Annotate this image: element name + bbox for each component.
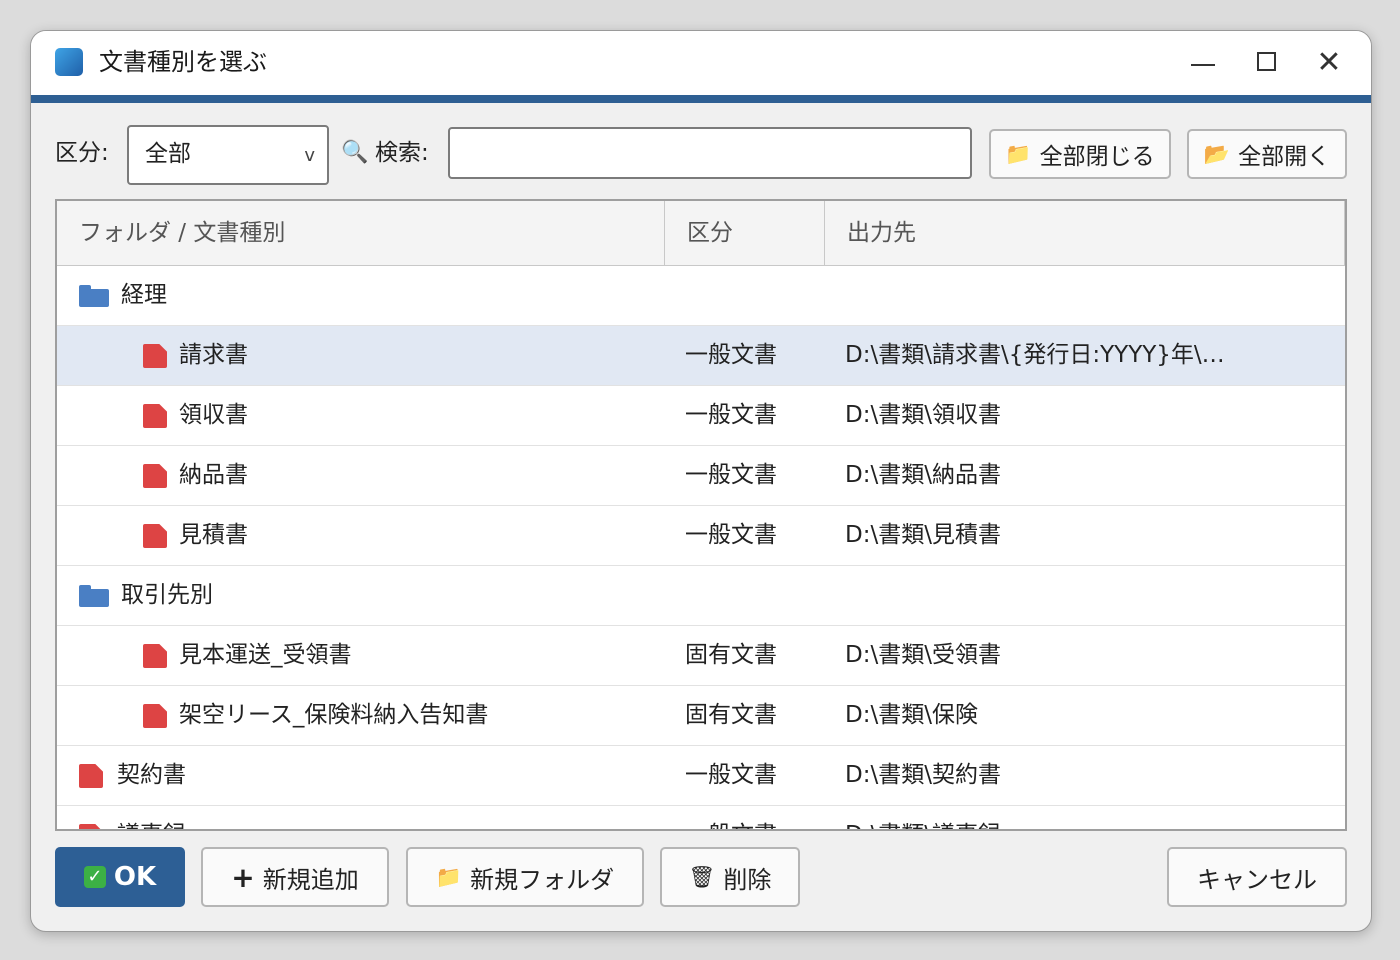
document-icon <box>143 524 167 548</box>
maximize-button[interactable] <box>1247 43 1287 83</box>
expand-all-label: 全部開く <box>1238 144 1331 170</box>
category-select[interactable]: 全部 v <box>127 125 329 185</box>
row-destination: D:\書類\議事録 <box>845 806 1325 829</box>
folder-row[interactable]: 経理 <box>57 266 1345 326</box>
cancel-label: キャンセル <box>1197 865 1317 894</box>
cancel-button[interactable]: キャンセル <box>1167 847 1347 907</box>
row-destination: D:\書類\保険 <box>845 702 978 728</box>
collapse-all-label: 全部閉じる <box>1039 144 1155 170</box>
new-folder-button[interactable]: 📁 新規フォルダ <box>406 847 644 907</box>
search-icon: 🔍 <box>341 140 369 165</box>
check-icon: ✓ <box>83 866 106 888</box>
row-kind: 一般文書 <box>685 522 777 548</box>
row-name: 請求書 <box>179 342 248 368</box>
row-kind: 一般文書 <box>685 402 777 428</box>
row-name: 見本運送_受領書 <box>179 642 352 668</box>
row-name: 経理 <box>121 282 167 308</box>
row-kind: 固有文書 <box>685 642 777 668</box>
folder-icon <box>79 585 109 607</box>
delete-label: 削除 <box>723 865 772 894</box>
document-type-table: フォルダ / 文書種別 区分 出力先 経理 請求書 一般文書 D:\書類\請求書\{発… <box>55 199 1347 831</box>
search-label: 検索: <box>375 140 429 166</box>
ok-button[interactable]: ✓ OK <box>55 847 185 907</box>
row-name: 納品書 <box>179 462 248 488</box>
row-destination: D:\書類\受領書 <box>845 642 1001 668</box>
document-icon <box>143 704 167 728</box>
accent-bar <box>31 95 1371 103</box>
row-name: 議事録 <box>117 806 186 829</box>
search-input[interactable] <box>448 127 972 179</box>
row-destination: D:\書類\契約書 <box>845 762 1001 788</box>
collapse-all-button[interactable]: 📁 全部閉じる <box>989 129 1171 179</box>
document-icon <box>143 344 167 368</box>
row-destination <box>845 566 1325 625</box>
dialog-window: 文書種別を選ぶ ✕ 区分: 全部 v 🔍 検索: 📁 全部閉じる 📂 全部開く … <box>30 30 1372 932</box>
document-icon <box>143 404 167 428</box>
delete-button[interactable]: 🗑 削除 <box>660 847 800 907</box>
table-body: 経理 請求書 一般文書 D:\書類\請求書\{発行日:YYYY}年\… 領収書 一般文書 D… <box>57 266 1345 829</box>
table-row[interactable]: 議事録 一般文書 D:\書類\議事録 <box>57 806 1345 829</box>
table-row[interactable]: 納品書 一般文書 D:\書類\納品書 <box>57 446 1345 506</box>
row-destination: D:\書類\見積書 <box>845 522 1001 548</box>
minimize-button[interactable] <box>1183 43 1223 83</box>
table-row[interactable]: 架空リース_保険料納入告知書 固有文書 D:\書類\保険 <box>57 686 1345 746</box>
table-row[interactable]: 見本運送_受領書 固有文書 D:\書類\受領書 <box>57 626 1345 686</box>
window-title: 文書種別を選ぶ <box>99 48 267 76</box>
folder-row[interactable]: 取引先別 <box>57 566 1345 626</box>
table-row[interactable]: 領収書 一般文書 D:\書類\領収書 <box>57 386 1345 446</box>
table-row[interactable]: 契約書 一般文書 D:\書類\契約書 <box>57 746 1345 806</box>
title-bar: 文書種別を選ぶ ✕ <box>31 31 1371 95</box>
row-kind: 一般文書 <box>685 806 777 829</box>
category-select-value: 全部 <box>145 141 191 167</box>
folder-closed-icon: 📁 <box>1005 141 1032 166</box>
close-button[interactable]: ✕ <box>1309 43 1349 83</box>
document-icon <box>143 464 167 488</box>
document-icon <box>143 644 167 668</box>
folder-icon: 📁 <box>435 864 463 889</box>
chevron-down-icon: v <box>304 145 315 166</box>
new-folder-label: 新規フォルダ <box>470 865 615 894</box>
row-name: 契約書 <box>117 762 186 788</box>
row-destination: D:\書類\領収書 <box>845 402 1001 428</box>
document-icon <box>79 824 103 829</box>
table-row[interactable]: 請求書 一般文書 D:\書類\請求書\{発行日:YYYY}年\… <box>57 326 1345 386</box>
minimize-icon <box>1191 64 1215 66</box>
add-new-label: 新規追加 <box>262 865 359 894</box>
category-label: 区分: <box>55 140 109 166</box>
column-header-name[interactable]: フォルダ / 文書種別 <box>57 201 665 265</box>
plus-icon: + <box>231 860 255 894</box>
table-header: フォルダ / 文書種別 区分 出力先 <box>57 201 1345 266</box>
maximize-icon <box>1257 52 1276 71</box>
row-kind: 固有文書 <box>685 702 777 728</box>
row-destination: D:\書類\請求書\{発行日:YYYY}年\… <box>845 342 1225 368</box>
row-kind: 一般文書 <box>685 762 777 788</box>
row-name: 架空リース_保険料納入告知書 <box>179 702 489 728</box>
add-new-button[interactable]: + 新規追加 <box>201 847 389 907</box>
row-name: 取引先別 <box>121 582 213 608</box>
table-row[interactable]: 見積書 一般文書 D:\書類\見積書 <box>57 506 1345 566</box>
trash-icon: 🗑 <box>688 864 716 889</box>
folder-icon <box>79 285 109 307</box>
app-icon <box>55 48 83 76</box>
row-destination <box>845 266 1325 325</box>
row-name: 見積書 <box>179 522 248 548</box>
expand-all-button[interactable]: 📂 全部開く <box>1187 129 1347 179</box>
row-kind: 一般文書 <box>685 462 777 488</box>
ok-label: OK <box>113 862 157 892</box>
document-icon <box>79 764 103 788</box>
column-header-kind[interactable]: 区分 <box>665 201 825 265</box>
row-destination: D:\書類\納品書 <box>845 462 1001 488</box>
folder-open-icon: 📂 <box>1203 141 1231 166</box>
column-header-destination[interactable]: 出力先 <box>825 201 1345 265</box>
close-icon: ✕ <box>1316 45 1342 80</box>
row-kind: 一般文書 <box>685 342 777 368</box>
row-name: 領収書 <box>179 402 248 428</box>
